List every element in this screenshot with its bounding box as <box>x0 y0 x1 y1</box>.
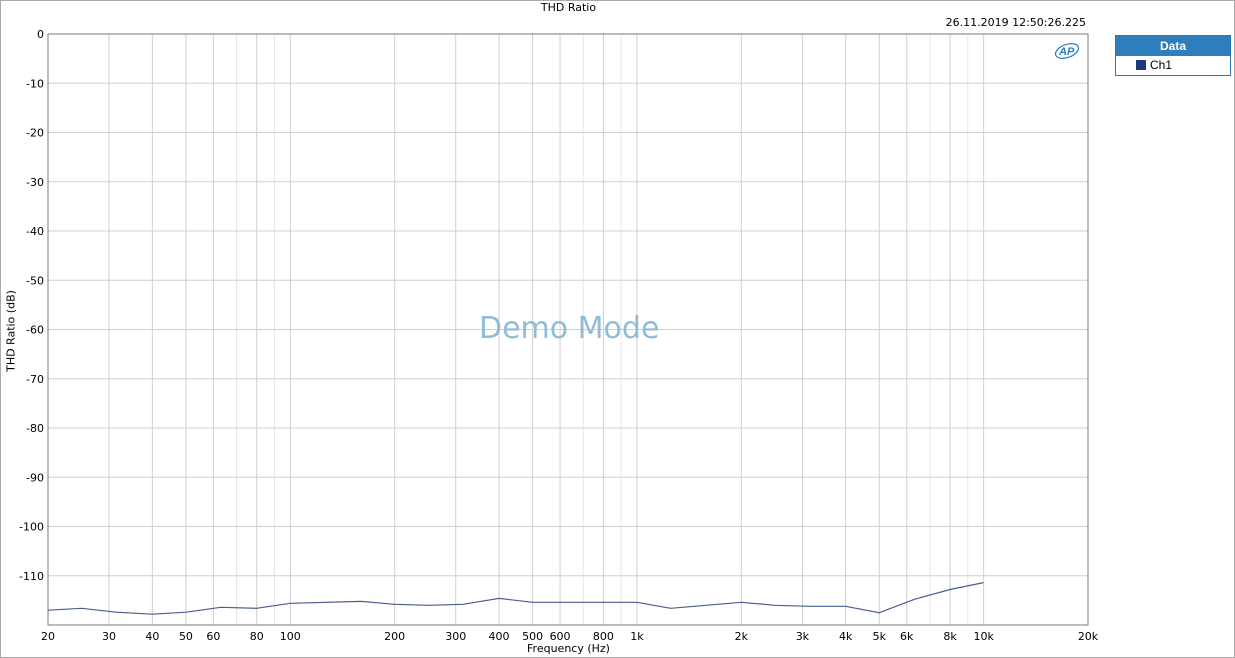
y-tick-label: -100 <box>19 521 44 534</box>
y-tick-label: -110 <box>19 570 44 583</box>
y-tick-label: -70 <box>26 373 44 386</box>
y-tick-label: -30 <box>26 176 44 189</box>
y-tick-label: -50 <box>26 274 44 287</box>
legend-header: Data <box>1116 36 1230 56</box>
legend-swatch <box>1136 60 1146 70</box>
legend-item-ch1[interactable]: Ch1 <box>1116 56 1230 75</box>
x-axis-label: Frequency (Hz) <box>527 642 610 655</box>
legend-item-label: Ch1 <box>1150 58 1173 72</box>
y-tick-label: -10 <box>26 77 44 90</box>
y-tick-label: -60 <box>26 324 44 337</box>
ap-logo-icon: AP <box>1054 43 1080 59</box>
demo-mode-watermark: Demo Mode <box>479 311 660 346</box>
y-axis-label: THD Ratio (dB) <box>4 290 18 372</box>
y-tick-label: -40 <box>26 225 44 238</box>
y-tick-label: 0 <box>37 28 44 41</box>
y-tick-label: -80 <box>26 422 44 435</box>
analyzer-window: THD Ratio 26.11.2019 12:50:26.225 20 30 40… <box>0 0 1235 658</box>
y-tick-label: -20 <box>26 127 44 140</box>
legend-panel[interactable]: Data Ch1 <box>1115 35 1231 76</box>
y-tick-label: -90 <box>26 471 44 484</box>
ap-logo-text: AP <box>1058 46 1075 58</box>
